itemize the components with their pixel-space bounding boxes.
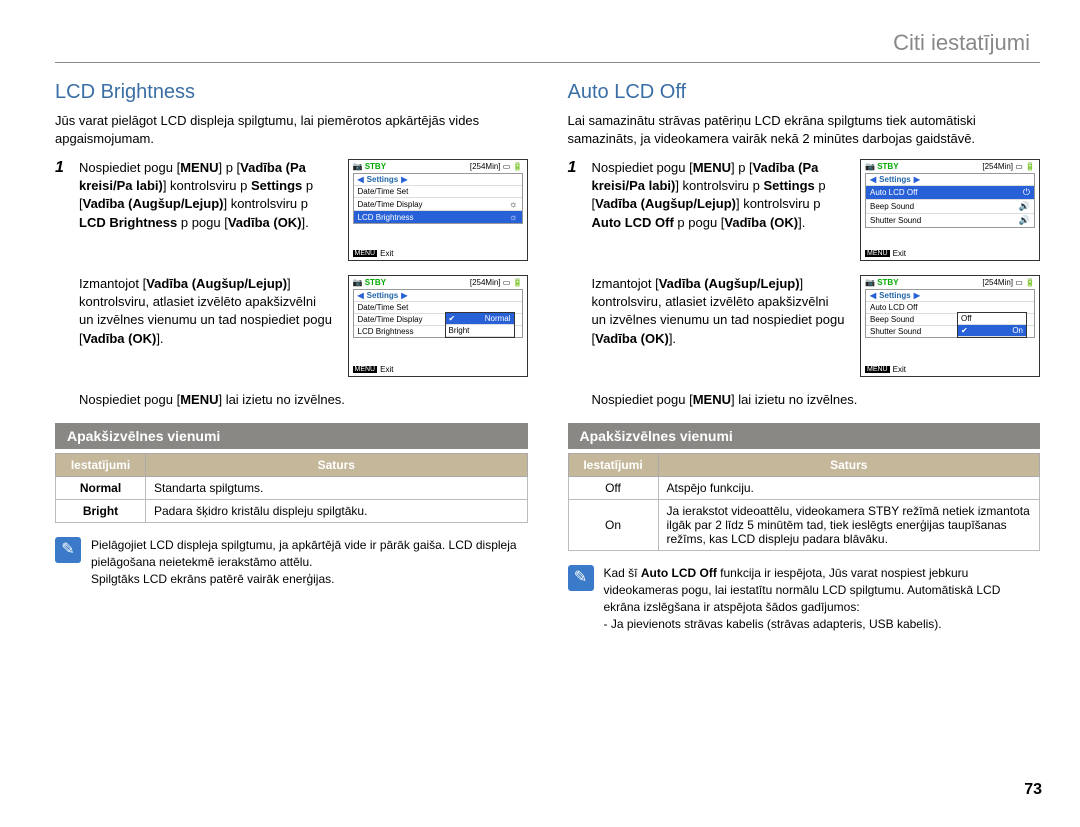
right-column: Auto LCD Off Lai samazinātu strāvas patē… — [568, 81, 1041, 632]
step3-text: Nospiediet pogu [MENU] lai izietu no izv… — [79, 391, 528, 409]
step2-text: Izmantojot [Vadība (Augšup/Lejup)] kontr… — [79, 275, 338, 377]
r-step1-number: 1 — [568, 159, 582, 261]
page-header: Citi iestatījumi — [55, 30, 1040, 63]
page-number: 73 — [1024, 781, 1042, 799]
intro-left: Jūs varat pielāgot LCD displeja spilgtum… — [55, 112, 528, 147]
r-step2-text: Izmantojot [Vadība (Augšup/Lejup)] kontr… — [592, 275, 851, 377]
heading-auto-lcd-off: Auto LCD Off — [568, 81, 1041, 104]
note-icon: ✎ — [568, 565, 594, 591]
submenu-header-left: Apakšizvēlnes vienumi — [55, 423, 528, 449]
note-text-right: Kad šī Auto LCD Off funkcija ir iespējot… — [604, 565, 1041, 632]
lcd-screenshot-1: 📷 STBY [254Min] ▭ 🔋 ◀Settings▶ Date/Time… — [348, 159, 528, 261]
note-icon: ✎ — [55, 537, 81, 563]
step3-number: 3 — [55, 391, 69, 409]
options-table-left: IestatījumiSaturs NormalStandarta spilgt… — [55, 453, 528, 523]
intro-right: Lai samazinātu strāvas patēriņu LCD ekrā… — [568, 112, 1041, 147]
options-table-right: IestatījumiSaturs OffAtspējo funkciju. O… — [568, 453, 1041, 551]
note-text-left: Pielāgojiet LCD displeja spilgtumu, ja a… — [91, 537, 528, 587]
heading-lcd-brightness: LCD Brightness — [55, 81, 528, 104]
step1-text: Nospiediet pogu [MENU] p [Vadība (Pa kre… — [79, 159, 338, 261]
r-lcd-screenshot-1: 📷 STBY [254Min] ▭ 🔋 ◀Settings▶ Auto LCD … — [860, 159, 1040, 261]
left-column: LCD Brightness Jūs varat pielāgot LCD di… — [55, 81, 528, 632]
lcd-screenshot-2: 📷 STBY [254Min] ▭ 🔋 ◀Settings▶ Date/Time… — [348, 275, 528, 377]
r-step2-number: 2 — [568, 275, 582, 377]
submenu-header-right: Apakšizvēlnes vienumi — [568, 423, 1041, 449]
r-step3-text: Nospiediet pogu [MENU] lai izietu no izv… — [592, 391, 1041, 409]
step2-number: 2 — [55, 275, 69, 377]
r-lcd-screenshot-2: 📷 STBY [254Min] ▭ 🔋 ◀Settings▶ Auto LCD … — [860, 275, 1040, 377]
r-step3-number: 3 — [568, 391, 582, 409]
step1-number: 1 — [55, 159, 69, 261]
r-step1-text: Nospiediet pogu [MENU] p [Vadība (Pa kre… — [592, 159, 851, 261]
